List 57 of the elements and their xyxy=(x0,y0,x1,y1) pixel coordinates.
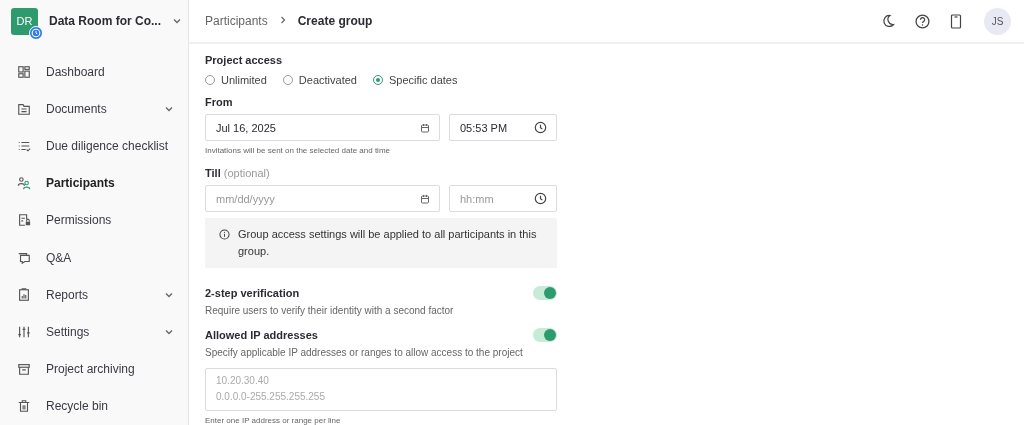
radio-option[interactable]: Unlimited xyxy=(205,74,267,86)
clock-badge-icon xyxy=(29,25,43,40)
sidebar-item[interactable]: Project archiving xyxy=(0,350,188,388)
hint-text: Invitations will be sent on the selected date and time xyxy=(205,146,391,155)
toggle-switch[interactable] xyxy=(533,328,557,342)
field-label: Till (optional) xyxy=(205,167,271,179)
checklist-icon xyxy=(17,139,31,154)
breadcrumb-item: Create group xyxy=(297,14,373,28)
user-avatar[interactable]: JS xyxy=(984,7,1011,35)
date-field[interactable]: Jul 16, 2025 xyxy=(205,114,440,141)
permissions-icon xyxy=(17,213,31,228)
sidebar-item[interactable]: Recycle bin xyxy=(0,387,188,425)
clock-icon xyxy=(534,121,547,134)
qa-icon xyxy=(17,250,31,265)
time-field[interactable]: 05:53 PM xyxy=(449,114,557,141)
field-label: From xyxy=(205,96,234,108)
phone-icon[interactable] xyxy=(950,13,962,29)
info-icon xyxy=(219,229,230,240)
calendar-icon xyxy=(420,193,430,204)
time-input[interactable]: hh:mm xyxy=(460,186,534,211)
setting-description: Specify applicable IP addresses or ranges to allow access to the project xyxy=(205,347,524,358)
help-icon[interactable] xyxy=(915,13,930,29)
sidebar-item[interactable]: Reports xyxy=(0,276,188,314)
settings-icon xyxy=(17,325,31,339)
documents-icon xyxy=(17,101,31,116)
participants-icon xyxy=(17,176,31,191)
moon-icon[interactable] xyxy=(881,14,895,28)
info-text: Group access settings will be applied to all participants in this group. xyxy=(238,227,538,259)
date-field[interactable]: mm/dd/yyyy xyxy=(205,185,440,212)
calendar-icon xyxy=(420,122,430,133)
toggle-switch[interactable] xyxy=(533,286,557,300)
date-input[interactable]: Jul 16, 2025 xyxy=(216,115,420,140)
clock-icon xyxy=(534,192,547,205)
project-name[interactable]: Data Room for Co... xyxy=(49,14,161,29)
trash-icon xyxy=(17,399,31,414)
archive-icon xyxy=(17,362,31,377)
setting-description: Require users to verify their identity with a second factor xyxy=(205,305,455,316)
section-title: Project access xyxy=(205,54,284,66)
radio-option[interactable]: Deactivated xyxy=(282,74,357,86)
sidebar-item[interactable]: Due diligence checklist xyxy=(0,127,188,165)
sidebar-item[interactable]: Q&A xyxy=(0,239,188,277)
sidebar-item[interactable]: Dashboard xyxy=(0,53,188,91)
date-input[interactable]: mm/dd/yyyy xyxy=(216,186,420,211)
time-field[interactable]: hh:mm xyxy=(449,185,557,212)
dashboard-icon xyxy=(17,64,31,79)
sidebar-item[interactable]: Participants xyxy=(0,164,188,202)
setting-title: Allowed IP addresses xyxy=(205,329,318,341)
hint-text: Enter one IP address or range per line xyxy=(205,416,342,425)
breadcrumb-item[interactable]: Participants xyxy=(205,14,268,28)
radio-option[interactable]: Specific dates xyxy=(372,74,458,86)
time-input[interactable]: 05:53 PM xyxy=(460,115,534,140)
reports-icon xyxy=(17,287,31,302)
sidebar-item[interactable]: Documents xyxy=(0,90,188,128)
ip-address-field[interactable]: 10.20.30.40 0.0.0.0-255.255.255.255 xyxy=(205,368,557,411)
setting-title: 2-step verification xyxy=(205,287,300,299)
sidebar-item[interactable]: Settings xyxy=(0,313,188,351)
sidebar-item[interactable]: Permissions xyxy=(0,201,188,239)
